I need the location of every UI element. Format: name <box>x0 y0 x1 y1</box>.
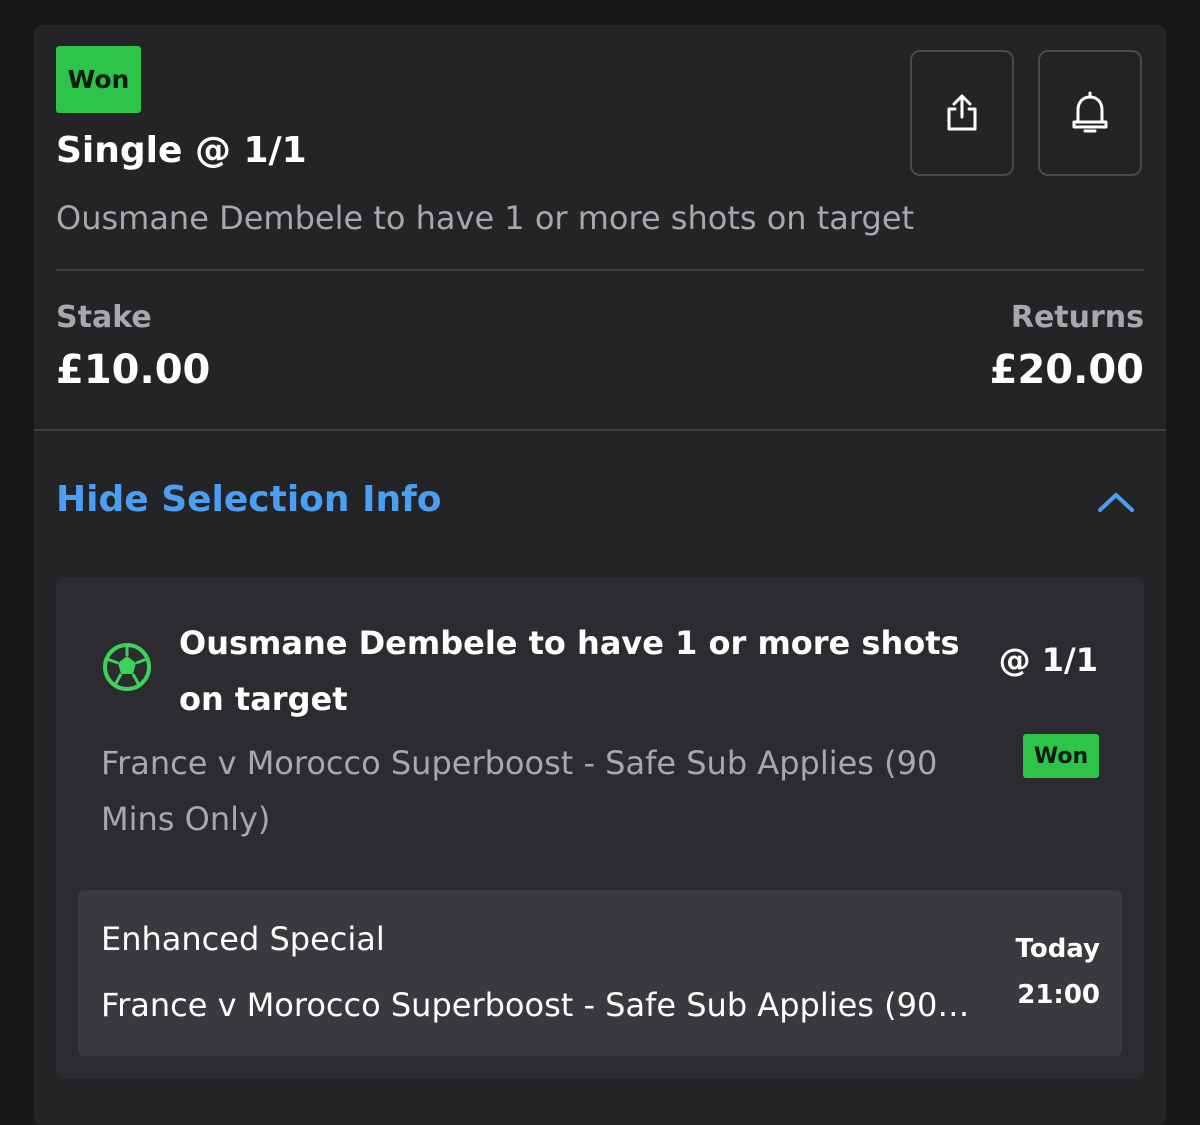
bet-title: Single @ 1/1 <box>56 130 307 171</box>
event-day: Today <box>1015 934 1100 964</box>
share-icon <box>947 94 977 131</box>
bell-icon <box>1072 91 1108 133</box>
bet-status-badge: Won <box>56 46 141 113</box>
stake-value: £10.00 <box>56 347 211 393</box>
hide-selection-info-link[interactable]: Hide Selection Info <box>56 479 442 520</box>
selection-market: France v Morocco Superboost - Safe Sub A… <box>101 744 938 838</box>
returns-value: £20.00 <box>989 347 1144 393</box>
selection-title: Ousmane Dembele to have 1 or more shots … <box>179 624 960 718</box>
stake-label: Stake <box>56 300 152 335</box>
event-name: France v Morocco Superboost - Safe Sub A… <box>101 986 971 1024</box>
divider <box>34 429 1166 431</box>
football-icon <box>103 643 151 691</box>
bet-description: Ousmane Dembele to have 1 or more shots … <box>56 199 915 237</box>
chevron-up-icon[interactable] <box>1096 490 1136 514</box>
bet-card: Won Single @ 1/1 Ousmane Dembele to have… <box>34 25 1166 1125</box>
returns-label: Returns <box>1010 300 1144 335</box>
share-button[interactable] <box>910 50 1014 176</box>
selection-panel: Ousmane Dembele to have 1 or more shots … <box>56 577 1144 1079</box>
event-time: 21:00 <box>1017 980 1100 1010</box>
selection-odds: @ 1/1 <box>998 641 1098 679</box>
notification-button[interactable] <box>1038 50 1142 176</box>
divider <box>56 269 1144 271</box>
selection-status-badge: Won <box>1023 734 1099 778</box>
event-type: Enhanced Special <box>101 920 385 958</box>
event-info[interactable]: Enhanced Special France v Morocco Superb… <box>78 890 1122 1056</box>
